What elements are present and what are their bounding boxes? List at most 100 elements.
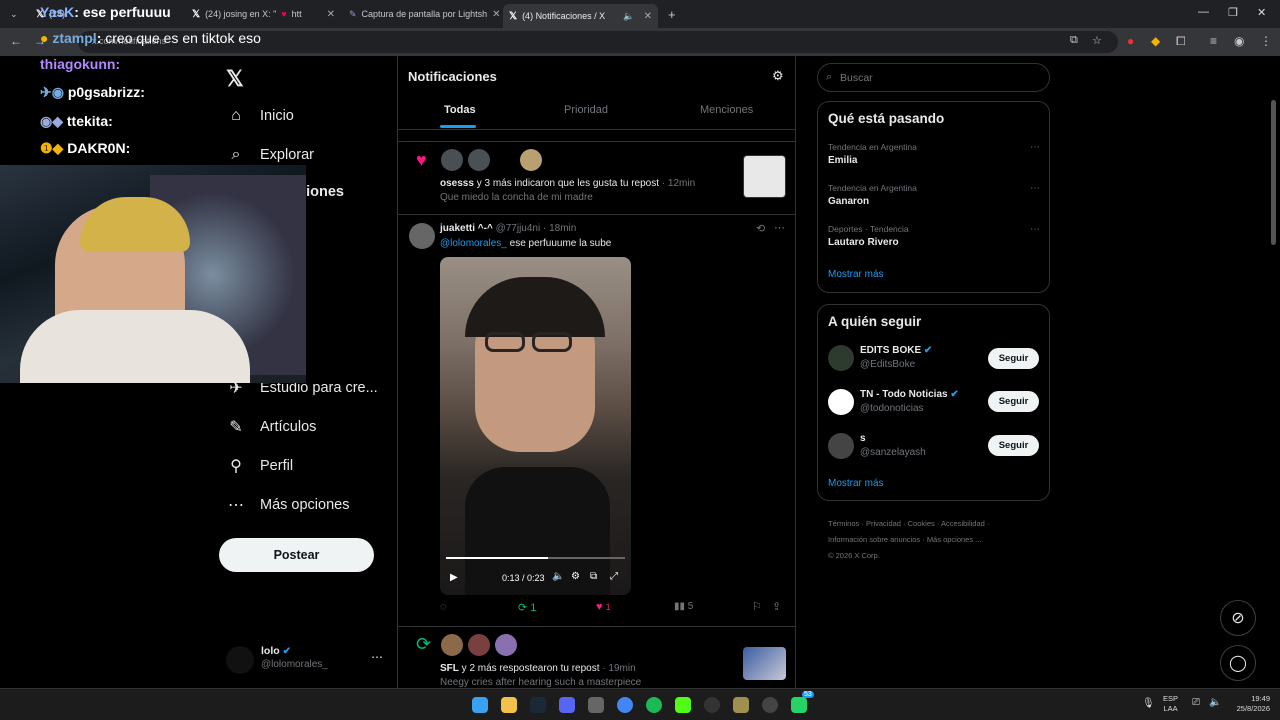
avatar (441, 634, 463, 656)
spotify-icon[interactable] (646, 697, 662, 713)
badge-icon: ◉◆ (40, 113, 63, 129)
video-progress-track[interactable] (446, 557, 625, 559)
close-tab-icon[interactable]: ✕ (644, 11, 652, 22)
more-icon[interactable]: ⋯ (1030, 142, 1040, 153)
trend-item[interactable]: Tendencia en Argentina Emilia ⋯ (828, 142, 1040, 176)
repost-notification[interactable]: ⟳ SFL y 2 más respostearon tu repost · 1… (398, 627, 796, 688)
more-icon[interactable]: ⋯ (1030, 183, 1040, 194)
bookmark-star-icon[interactable]: ☆ (1092, 34, 1102, 47)
pip-icon[interactable]: ⧉ (590, 571, 597, 582)
chat-line: ◉◆ ttekita: (40, 113, 113, 129)
discord-icon[interactable] (559, 697, 575, 713)
badge-icon: ❶◆ (40, 140, 64, 156)
grok-fab-icon[interactable]: ⊘ (1220, 600, 1256, 636)
reading-list-icon[interactable]: ≡ (1210, 34, 1217, 48)
badge-icon: ✈◉ (40, 84, 64, 100)
avatar (828, 389, 854, 415)
fullscreen-icon[interactable]: ⤢ (610, 571, 618, 582)
messages-fab-icon[interactable]: ◯ (1220, 645, 1256, 681)
tab-notifications[interactable]: 𝕏 (4) Notificaciones / X 🔈 ✕ (503, 4, 658, 28)
reply-icon[interactable]: ◌ (440, 601, 447, 613)
sidebar-item-articles[interactable]: ✎ Artículos (226, 417, 316, 437)
sidebar-item-profile[interactable]: ⚲ Perfil (226, 456, 293, 476)
network-icon[interactable]: ⎚ (1192, 697, 1200, 708)
tab-lightshot[interactable]: ✎ Captura de pantalla por Lightsh ✕ (343, 4, 501, 24)
menu-icon[interactable]: ⋮ (1260, 34, 1272, 48)
stream-chat-overlay: YasK: ese perfuuuu ● ztampl: creo que es… (0, 0, 261, 165)
settings-gear-icon[interactable]: ⚙ (772, 68, 784, 84)
play-icon[interactable]: ▶ (450, 572, 458, 583)
sidebar-item-more[interactable]: ⋯ Más opciones (226, 495, 349, 515)
more-icon[interactable]: ⋯ (1030, 224, 1040, 235)
steam-icon[interactable] (530, 697, 546, 713)
close-tab-icon[interactable]: ✕ (492, 9, 500, 20)
explorer-icon[interactable] (501, 697, 517, 713)
start-icon[interactable] (472, 697, 488, 713)
volume-icon[interactable]: 🔈 (1209, 697, 1221, 708)
extension-yellow-icon[interactable]: ◆ (1151, 34, 1160, 48)
chat-line: ● ztampl: creo que es en tiktok eso (40, 30, 261, 46)
footer-links: Términos · Privacidad · Cookies · Accesi… (828, 519, 990, 560)
bookmark-icon[interactable]: ⚐ (752, 600, 762, 613)
app-icon[interactable] (733, 697, 749, 713)
scrollbar-thumb[interactable] (1271, 100, 1276, 245)
show-more-link[interactable]: Mostrar más (828, 269, 884, 280)
video-player[interactable]: ▶ 0:13 / 0:23 🔈 ⚙ ⧉ ⤢ (440, 257, 631, 595)
app-icon[interactable] (762, 697, 778, 713)
chat-line: ❶◆ DAKR0N: (40, 140, 131, 156)
trending-card: Qué está pasando Tendencia en Argentina … (817, 101, 1050, 293)
sidebar-item-home[interactable]: ⌂ Inicio (226, 106, 294, 126)
extensions-icon[interactable]: ⧠ (1176, 34, 1186, 49)
follow-button[interactable]: Seguir (988, 348, 1039, 369)
profile-icon[interactable]: ◉ (1234, 34, 1244, 48)
avatar (520, 149, 542, 171)
account-switcher[interactable]: lolo ✔ @lolomorales_ ⋯ (226, 644, 386, 676)
tab-mentions[interactable]: Menciones (700, 104, 753, 116)
app-icon[interactable] (588, 697, 604, 713)
follow-button[interactable]: Seguir (988, 391, 1039, 412)
trend-item[interactable]: Tendencia en Argentina Ganaron ⋯ (828, 183, 1040, 217)
close-tab-icon[interactable]: ✕ (327, 9, 335, 20)
article-icon: ✎ (229, 419, 243, 436)
verified-icon: ✔ (282, 645, 292, 657)
like-button[interactable]: ♥ 1 (596, 601, 611, 613)
trend-item[interactable]: Deportes · Tendencia Lautaro Rivero ⋯ (828, 224, 1040, 258)
tab-all[interactable]: Todas (444, 104, 476, 116)
tweet[interactable]: juaketti ^-^ @77jju4ni · 18min ⟲ ⋯ @lolo… (398, 215, 796, 625)
chrome-icon[interactable] (617, 697, 633, 713)
emote-icon: ● (40, 30, 49, 46)
volume-icon[interactable]: 🔈 (552, 571, 564, 582)
sidebar-item-explore[interactable]: ⌕ Explorar (226, 145, 314, 165)
new-tab-button[interactable]: + (662, 4, 682, 24)
search-input[interactable]: ⌕ Buscar (817, 63, 1050, 92)
minimize-icon[interactable]: — (1198, 6, 1209, 18)
like-notification[interactable]: ♥ osesss y 3 más indicaron que les gusta… (398, 142, 796, 214)
more-icon[interactable]: ⋯ (371, 650, 383, 664)
avatar (468, 149, 490, 171)
close-window-icon[interactable]: ✕ (1257, 6, 1266, 19)
retweet-button[interactable]: ⟳ 1 (518, 601, 536, 614)
whatsapp-icon[interactable] (791, 697, 807, 713)
avatar (441, 149, 463, 171)
show-more-link[interactable]: Mostrar más (828, 478, 884, 489)
x-logo-icon[interactable]: 𝕏 (226, 66, 244, 92)
settings-icon[interactable]: ⚙ (571, 571, 580, 582)
x-favicon-icon: 𝕏 (509, 10, 518, 22)
mic-icon[interactable]: 🎙 (1142, 698, 1155, 709)
share-icon[interactable]: ⇪ (772, 600, 781, 613)
page-title: Notificaciones (408, 69, 497, 84)
more-icon[interactable]: ⋯ (774, 221, 785, 234)
language-indicator[interactable]: ESP LAA (1163, 694, 1178, 714)
restore-icon[interactable]: ❐ (1228, 6, 1238, 19)
tab-priority[interactable]: Prioridad (564, 104, 608, 116)
webcam-overlay (0, 165, 306, 383)
kick-icon[interactable] (675, 697, 691, 713)
app-icon[interactable] (704, 697, 720, 713)
clock[interactable]: 19:49 25/8/2026 (1228, 694, 1270, 714)
grok-icon[interactable]: ⟲ (756, 222, 765, 235)
views-button[interactable]: ▮▮ 5 (674, 601, 693, 612)
extension-red-icon[interactable]: ● (1127, 34, 1134, 48)
post-button[interactable]: Postear (219, 538, 374, 572)
follow-button[interactable]: Seguir (988, 435, 1039, 456)
install-icon[interactable]: ⧉ (1070, 34, 1078, 47)
